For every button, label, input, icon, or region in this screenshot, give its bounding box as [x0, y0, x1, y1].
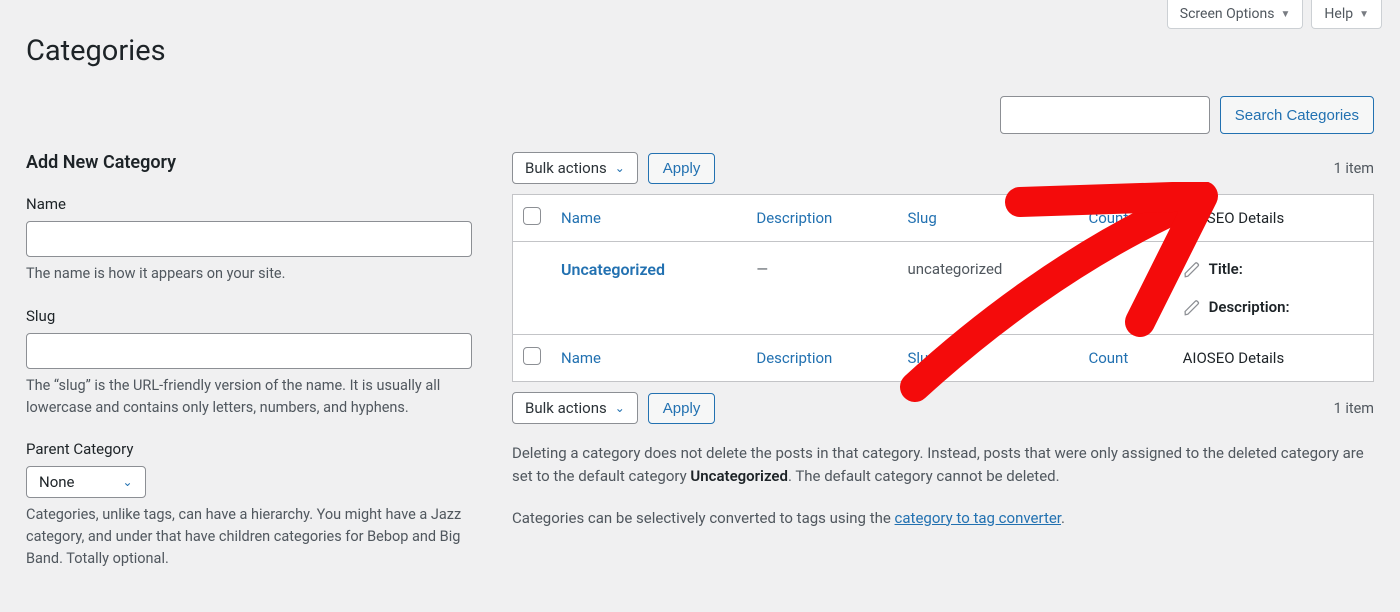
parent-help-text: Categories, unlike tags, can have a hier… [26, 504, 472, 569]
col-name[interactable]: Name [551, 195, 746, 242]
add-new-category-heading: Add New Category [26, 152, 472, 173]
bulk-actions-label: Bulk actions [525, 159, 607, 177]
convert-note: Categories can be selectively converted … [512, 507, 1374, 530]
chevron-down-icon: ⌄ [615, 401, 625, 415]
table-row: Uncategorized — uncategorized Title: [513, 242, 1374, 335]
categories-table: Name Description Slug Count AIOSEO Detai… [512, 194, 1374, 382]
name-input[interactable] [26, 221, 472, 257]
item-count-bottom: 1 item [1334, 400, 1374, 417]
help-tab[interactable]: Help ▼ [1311, 0, 1382, 29]
parent-category-select[interactable]: None ⌄ [26, 466, 146, 498]
parent-category-label: Parent Category [26, 440, 472, 458]
caret-down-icon: ▼ [1281, 9, 1291, 20]
bulk-actions-label: Bulk actions [525, 399, 607, 417]
row-slug: uncategorized [898, 242, 1079, 335]
slug-field-label: Slug [26, 307, 472, 325]
aioseo-title-label: Title: [1209, 260, 1243, 278]
search-categories-input[interactable] [1000, 96, 1210, 134]
row-name-link[interactable]: Uncategorized [561, 260, 665, 279]
name-field-label: Name [26, 195, 472, 213]
row-aioseo: Title: Description: [1173, 242, 1374, 335]
col-slug[interactable]: Slug [898, 335, 1079, 382]
slug-input[interactable] [26, 333, 472, 369]
col-count[interactable]: Count [1078, 335, 1172, 382]
search-categories-button[interactable]: Search Categories [1220, 96, 1374, 134]
col-slug[interactable]: Slug [898, 195, 1079, 242]
bulk-actions-select-bottom[interactable]: Bulk actions ⌄ [512, 392, 638, 424]
row-count [1078, 242, 1172, 335]
page-title: Categories [26, 34, 1374, 68]
name-help-text: The name is how it appears on your site. [26, 263, 472, 285]
slug-help-text: The “slug” is the URL-friendly version o… [26, 375, 472, 419]
col-description[interactable]: Description [746, 195, 897, 242]
help-label: Help [1324, 6, 1353, 22]
aioseo-description-label: Description: [1209, 298, 1290, 316]
col-aioseo: AIOSEO Details [1173, 195, 1374, 242]
delete-note: Deleting a category does not delete the … [512, 442, 1374, 489]
category-to-tag-converter-link[interactable]: category to tag converter [895, 509, 1061, 527]
chevron-down-icon: ⌄ [123, 475, 133, 489]
col-count[interactable]: Count [1078, 195, 1172, 242]
pencil-icon[interactable] [1183, 299, 1199, 315]
apply-button-bottom[interactable]: Apply [648, 393, 716, 424]
chevron-down-icon: ⌄ [615, 161, 625, 175]
col-aioseo: AIOSEO Details [1173, 335, 1374, 382]
select-all-checkbox-top[interactable] [523, 207, 541, 225]
apply-button-top[interactable]: Apply [648, 153, 716, 184]
row-description: — [746, 242, 897, 335]
col-name[interactable]: Name [551, 335, 746, 382]
pencil-icon[interactable] [1183, 261, 1199, 277]
screen-options-label: Screen Options [1180, 6, 1275, 22]
screen-options-tab[interactable]: Screen Options ▼ [1167, 0, 1304, 29]
caret-down-icon: ▼ [1359, 9, 1369, 20]
parent-category-value: None [39, 473, 75, 491]
select-all-checkbox-bottom[interactable] [523, 347, 541, 365]
bulk-actions-select-top[interactable]: Bulk actions ⌄ [512, 152, 638, 184]
item-count-top: 1 item [1334, 160, 1374, 177]
col-description[interactable]: Description [746, 335, 897, 382]
